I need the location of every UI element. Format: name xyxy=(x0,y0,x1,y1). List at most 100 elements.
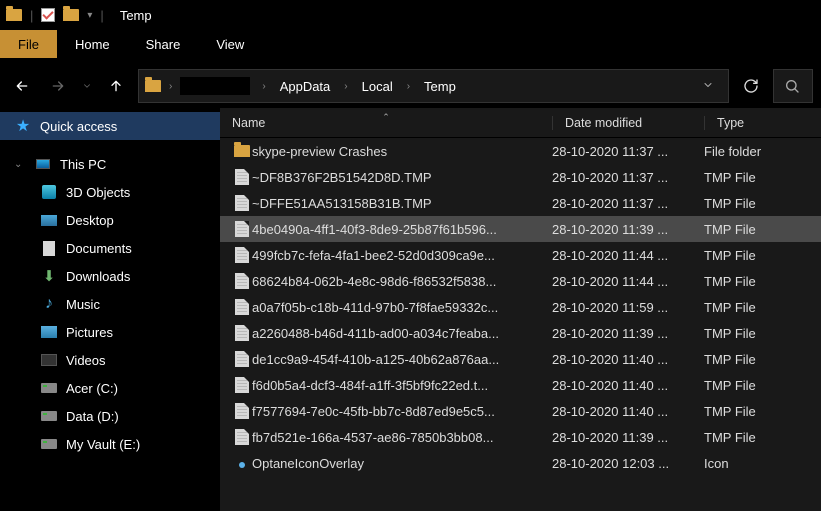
breadcrumb-chevron[interactable]: › xyxy=(401,70,416,102)
file-row[interactable]: ~DFFE51AA513158B31B.TMP28-10-2020 11:37 … xyxy=(220,190,821,216)
column-type[interactable]: Type xyxy=(704,116,821,130)
breadcrumb-chevron[interactable]: › xyxy=(256,70,271,102)
refresh-button[interactable] xyxy=(737,72,765,100)
nav-item-icon xyxy=(40,439,58,449)
breadcrumb-user-redacted[interactable] xyxy=(180,77,250,95)
column-name[interactable]: ⌃ Name xyxy=(220,116,552,130)
breadcrumb-appdata[interactable]: AppData xyxy=(274,70,337,102)
file-row[interactable]: f7577694-7e0c-45fb-bb7c-8d87ed9e5c5...28… xyxy=(220,398,821,424)
nav-item[interactable]: ⬇Downloads xyxy=(0,262,220,290)
file-row[interactable]: skype-preview Crashes28-10-2020 11:37 ..… xyxy=(220,138,821,164)
nav-item-label: Data (D:) xyxy=(66,409,119,424)
address-bar[interactable]: › › AppData › Local › Temp xyxy=(138,69,729,103)
file-row[interactable]: de1cc9a9-454f-410b-a125-40b62a876aa...28… xyxy=(220,346,821,372)
file-icon xyxy=(235,299,249,315)
file-row[interactable]: fb7d521e-166a-4537-ae86-7850b3bb08...28-… xyxy=(220,424,821,450)
tab-file[interactable]: File xyxy=(0,30,57,58)
file-name: f6d0b5a4-dcf3-484f-a1ff-3f5bf9fc22ed.t..… xyxy=(252,378,552,393)
nav-item[interactable]: Acer (C:) xyxy=(0,374,220,402)
file-type: TMP File xyxy=(704,378,821,393)
file-row[interactable]: f6d0b5a4-dcf3-484f-a1ff-3f5bf9fc22ed.t..… xyxy=(220,372,821,398)
nav-recent-dropdown[interactable] xyxy=(80,72,94,100)
nav-item[interactable]: My Vault (E:) xyxy=(0,430,220,458)
nav-item-icon xyxy=(40,354,58,366)
file-name: de1cc9a9-454f-410b-a125-40b62a876aa... xyxy=(252,352,552,367)
nav-forward[interactable] xyxy=(44,72,72,100)
file-date: 28-10-2020 11:39 ... xyxy=(552,222,704,237)
file-name: 4be0490a-4ff1-40f3-8de9-25b87f61b596... xyxy=(252,222,552,237)
file-row[interactable]: a0a7f05b-c18b-411d-97b0-7f8fae59332c...2… xyxy=(220,294,821,320)
nav-item-icon xyxy=(40,326,58,338)
tab-home[interactable]: Home xyxy=(57,30,128,58)
file-row[interactable]: 68624b84-062b-4e8c-98d6-f86532f5838...28… xyxy=(220,268,821,294)
file-date: 28-10-2020 11:37 ... xyxy=(552,144,704,159)
file-row[interactable]: OptaneIconOverlay28-10-2020 12:03 ...Ico… xyxy=(220,450,821,476)
nav-this-pc[interactable]: ⌄ This PC xyxy=(0,150,220,178)
address-dropdown[interactable] xyxy=(702,79,722,94)
file-row[interactable]: 4be0490a-4ff1-40f3-8de9-25b87f61b596...2… xyxy=(220,216,821,242)
nav-up[interactable] xyxy=(102,72,130,100)
file-date: 28-10-2020 11:59 ... xyxy=(552,300,704,315)
file-name: ~DF8B376F2B51542D8D.TMP xyxy=(252,170,552,185)
nav-item[interactable]: Pictures xyxy=(0,318,220,346)
nav-quick-access[interactable]: ★ Quick access xyxy=(0,112,220,140)
breadcrumb-local[interactable]: Local xyxy=(356,70,399,102)
nav-back[interactable] xyxy=(8,72,36,100)
file-name: f7577694-7e0c-45fb-bb7c-8d87ed9e5c5... xyxy=(252,404,552,419)
file-type: TMP File xyxy=(704,274,821,289)
file-type: TMP File xyxy=(704,196,821,211)
file-type: Icon xyxy=(704,456,821,471)
file-type: TMP File xyxy=(704,326,821,341)
divider: | xyxy=(100,8,103,23)
file-date: 28-10-2020 11:40 ... xyxy=(552,404,704,419)
nav-item-icon xyxy=(40,215,58,226)
file-name: OptaneIconOverlay xyxy=(252,456,552,471)
column-headers: ⌃ Name Date modified Type xyxy=(220,108,821,138)
nav-item-icon xyxy=(40,383,58,393)
file-icon xyxy=(235,221,249,237)
file-row[interactable]: 499fcb7c-fefa-4fa1-bee2-52d0d309ca9e...2… xyxy=(220,242,821,268)
file-row[interactable]: ~DF8B376F2B51542D8D.TMP28-10-2020 11:37 … xyxy=(220,164,821,190)
nav-item[interactable]: Videos xyxy=(0,346,220,374)
nav-item[interactable]: Data (D:) xyxy=(0,402,220,430)
search-box[interactable] xyxy=(773,69,813,103)
nav-item[interactable]: ♪Music xyxy=(0,290,220,318)
file-list-area: ⌃ Name Date modified Type skype-preview … xyxy=(220,108,821,511)
breadcrumb-chevron[interactable]: › xyxy=(338,70,353,102)
breadcrumb-root-chevron[interactable]: › xyxy=(163,70,178,102)
file-name: fb7d521e-166a-4537-ae86-7850b3bb08... xyxy=(252,430,552,445)
file-icon xyxy=(235,403,249,419)
nav-item[interactable]: 3D Objects xyxy=(0,178,220,206)
nav-item[interactable]: Desktop xyxy=(0,206,220,234)
nav-item-label: Pictures xyxy=(66,325,113,340)
file-name: ~DFFE51AA513158B31B.TMP xyxy=(252,196,552,211)
nav-item[interactable]: Documents xyxy=(0,234,220,262)
file-type: TMP File xyxy=(704,170,821,185)
check-icon xyxy=(41,8,55,22)
navigation-bar: › › AppData › Local › Temp xyxy=(0,64,821,108)
file-icon xyxy=(235,273,249,289)
tab-view[interactable]: View xyxy=(198,30,262,58)
file-date: 28-10-2020 11:37 ... xyxy=(552,196,704,211)
nav-item-icon: ♪ xyxy=(40,295,58,313)
folder-icon xyxy=(234,145,250,157)
nav-item-label: Downloads xyxy=(66,269,130,284)
nav-item-label: My Vault (E:) xyxy=(66,437,140,452)
file-icon xyxy=(235,325,249,341)
nav-item-icon xyxy=(40,241,58,256)
file-icon xyxy=(235,247,249,263)
file-type: TMP File xyxy=(704,222,821,237)
file-type: File folder xyxy=(704,144,821,159)
file-name: 499fcb7c-fefa-4fa1-bee2-52d0d309ca9e... xyxy=(252,248,552,263)
file-icon xyxy=(235,195,249,211)
window-title: Temp xyxy=(120,8,152,23)
titlebar: | ▾ | Temp xyxy=(0,0,821,30)
file-row[interactable]: a2260488-b46d-411b-ad00-a034c7feaba...28… xyxy=(220,320,821,346)
qat-overflow[interactable]: ▾ xyxy=(87,10,92,21)
tab-share[interactable]: Share xyxy=(128,30,199,58)
nav-item-icon xyxy=(40,185,58,199)
file-date: 28-10-2020 11:44 ... xyxy=(552,274,704,289)
breadcrumb-temp[interactable]: Temp xyxy=(418,70,462,102)
column-date[interactable]: Date modified xyxy=(552,116,704,130)
file-name: a2260488-b46d-411b-ad00-a034c7feaba... xyxy=(252,326,552,341)
